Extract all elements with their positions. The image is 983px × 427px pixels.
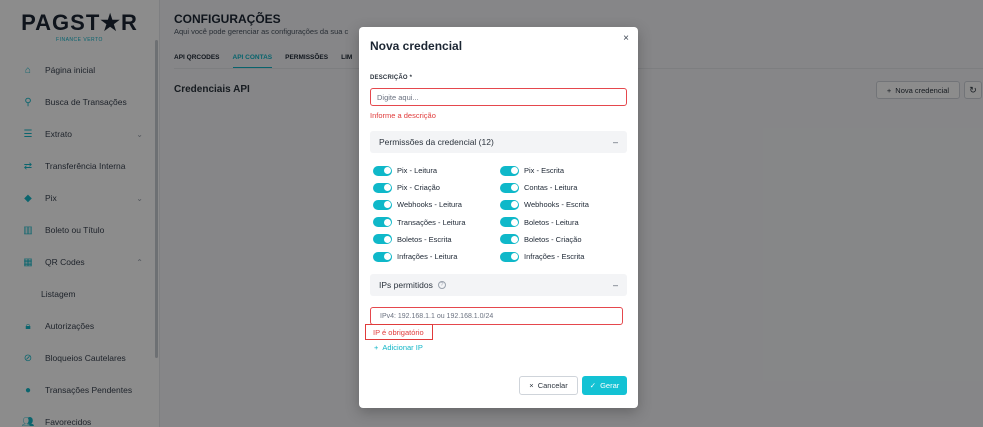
add-ip-button[interactable]: + Adicionar IP (374, 343, 423, 352)
permission-webhooks-escrita: Webhooks - Escrita (500, 196, 623, 213)
permission-boletos-criacao: Boletos - Criação (500, 231, 623, 248)
permission-transacoes-leitura: Transações - Leitura (373, 214, 500, 231)
permissions-panel-header[interactable]: Permissões da credencial (12) – (370, 131, 627, 153)
cancel-button[interactable]: × Cancelar (519, 376, 578, 395)
toggle-switch[interactable] (500, 251, 519, 262)
permissions-title: Permissões da credencial (12) (379, 137, 494, 147)
toggle-switch[interactable] (500, 217, 519, 228)
permission-boletos-escrita: Boletos - Escrita (373, 231, 500, 248)
description-error: Informe a descrição (370, 111, 436, 120)
toggle-switch[interactable] (373, 217, 392, 228)
permission-boletos-leitura: Boletos - Leitura (500, 214, 623, 231)
permission-pix-escrita: Pix - Escrita (500, 162, 623, 179)
ip-error: IP é obrigatório (365, 324, 433, 340)
permission-contas-leitura: Contas - Leitura (500, 179, 623, 196)
toggle-switch[interactable] (500, 234, 519, 245)
toggle-switch[interactable] (373, 234, 392, 245)
toggle-switch[interactable] (500, 199, 519, 210)
description-input[interactable] (370, 88, 627, 106)
allowed-ips-panel-header[interactable]: IPs permitidos ? – (370, 274, 627, 296)
help-icon[interactable]: ? (437, 281, 446, 289)
description-label: DESCRIÇÃO * (370, 75, 413, 81)
plus-icon: + (374, 343, 379, 352)
permission-infracoes-leitura: Infrações - Leitura (373, 248, 500, 265)
allowed-ips-title: IPs permitidos (379, 280, 433, 290)
modal-title: Nova credencial (370, 39, 463, 53)
ip-input[interactable] (370, 307, 623, 325)
close-icon: × (529, 381, 534, 390)
toggle-switch[interactable] (373, 251, 392, 262)
toggle-switch[interactable] (373, 165, 392, 176)
permissions-grid: Pix - Leitura Pix - Escrita Pix - Criaçã… (373, 162, 623, 265)
generate-button[interactable]: ✓ Gerar (582, 376, 627, 395)
permission-webhooks-leitura: Webhooks - Leitura (373, 196, 500, 213)
new-credential-modal: Nova credencial × DESCRIÇÃO * Informe a … (359, 27, 638, 408)
permission-pix-leitura: Pix - Leitura (373, 162, 500, 179)
collapse-icon[interactable]: – (613, 137, 618, 147)
toggle-switch[interactable] (373, 182, 392, 193)
check-icon: ✓ (589, 381, 597, 390)
collapse-icon[interactable]: – (613, 280, 618, 290)
permission-pix-criacao: Pix - Criação (373, 179, 500, 196)
toggle-switch[interactable] (373, 199, 392, 210)
close-icon[interactable]: × (623, 33, 629, 44)
toggle-switch[interactable] (500, 165, 519, 176)
toggle-switch[interactable] (500, 182, 519, 193)
permission-infracoes-escrita: Infrações - Escrita (500, 248, 623, 265)
